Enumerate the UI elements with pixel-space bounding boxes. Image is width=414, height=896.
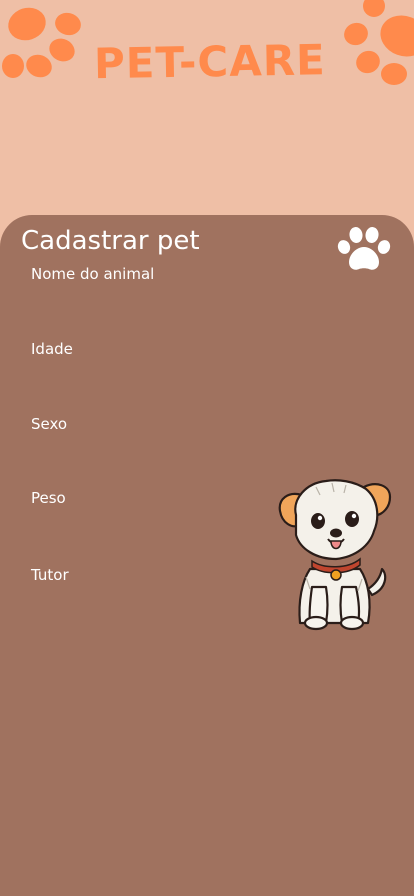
register-pet-card: Cadastrar pet Nome do animal Idade Sexo … — [0, 215, 414, 896]
app-header: PET-CARE — [0, 0, 414, 215]
paw-right-decor-icon — [344, 0, 414, 85]
field-pet-name[interactable]: Nome do animal — [31, 262, 271, 286]
field-age[interactable]: Idade — [31, 337, 271, 361]
field-tutor[interactable]: Tutor — [31, 563, 271, 587]
field-sex-label: Sexo — [31, 415, 68, 433]
paw-left-decor-icon — [2, 7, 81, 78]
field-tutor-label: Tutor — [31, 566, 69, 584]
puppy-illustration — [278, 479, 392, 631]
field-sex[interactable]: Sexo — [31, 412, 271, 436]
field-weight[interactable]: Peso — [31, 486, 271, 510]
field-weight-label: Peso — [31, 489, 66, 507]
field-pet-name-label: Nome do animal — [31, 265, 155, 283]
paw-icon — [337, 227, 391, 270]
field-age-label: Idade — [31, 340, 73, 358]
brand-title: PET-CARE — [93, 35, 327, 89]
page-title: Cadastrar pet — [21, 226, 200, 256]
